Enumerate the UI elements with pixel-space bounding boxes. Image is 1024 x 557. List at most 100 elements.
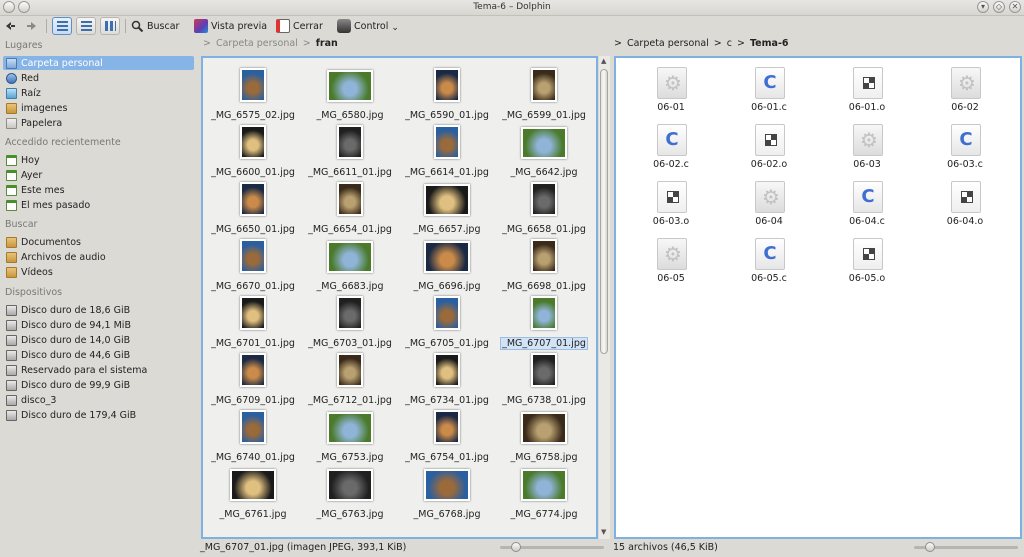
file-item[interactable]: _MG_6768.jpg	[398, 465, 496, 522]
file-item[interactable]: _MG_6754_01.jpg	[398, 408, 496, 465]
file-item[interactable]: 06-03.o	[622, 178, 720, 235]
file-item[interactable]: 06-04.o	[916, 178, 1014, 235]
details-view-button[interactable]	[76, 17, 96, 35]
file-item[interactable]: _MG_6611_01.jpg	[301, 123, 399, 180]
scroll-down-icon[interactable]: ▼	[601, 528, 606, 536]
file-item[interactable]: 06-02	[916, 64, 1014, 121]
sidebar-item[interactable]: Documentos	[3, 235, 194, 249]
panel-splitter[interactable]	[197, 38, 199, 538]
file-item[interactable]: 06-03	[818, 121, 916, 178]
file-item[interactable]: _MG_6575_02.jpg	[204, 66, 302, 123]
sidebar-item[interactable]: Vídeos	[3, 265, 194, 279]
zoom-slider-right-knob[interactable]	[924, 542, 935, 552]
file-item[interactable]: 06-05	[622, 235, 720, 292]
left-scrollbar[interactable]: ▲ ▼	[599, 56, 610, 539]
file-item[interactable]: 06-01.c	[720, 64, 818, 121]
file-item[interactable]: _MG_6657.jpg	[398, 180, 496, 237]
file-item[interactable]: _MG_6696.jpg	[398, 237, 496, 294]
zoom-slider-right[interactable]	[914, 542, 1018, 552]
file-item[interactable]: _MG_6774.jpg	[495, 465, 593, 522]
sidebar-item[interactable]: Disco duro de 14,0 GiB	[3, 333, 194, 347]
file-item[interactable]: 06-04.c	[818, 178, 916, 235]
sidebar-item[interactable]: Raíz	[3, 86, 194, 100]
file-item[interactable]: _MG_6761.jpg	[204, 465, 302, 522]
sidebar-item[interactable]: disco_3	[3, 393, 194, 407]
sidebar-item[interactable]: Disco duro de 94,1 MiB	[3, 318, 194, 332]
close-split-button[interactable]: Cerrar	[276, 17, 323, 35]
sidebar-item[interactable]: Disco duro de 99,9 GiB	[3, 378, 194, 392]
file-item[interactable]: _MG_6650_01.jpg	[204, 180, 302, 237]
sidebar-item[interactable]: El mes pasado	[3, 198, 194, 212]
sidebar-item[interactable]: Red	[3, 71, 194, 85]
right-file-view[interactable]: 06-01 06-01.c 06-01.o 06-02 06-02.c 06-02.o 06…	[614, 56, 1022, 539]
forward-button[interactable]	[26, 17, 38, 35]
file-item[interactable]: _MG_6763.jpg	[301, 465, 399, 522]
file-item[interactable]: _MG_6705_01.jpg	[398, 294, 496, 351]
file-item[interactable]: 06-03.c	[916, 121, 1014, 178]
file-item[interactable]: _MG_6600_01.jpg	[204, 123, 302, 180]
file-item[interactable]: _MG_6599_01.jpg	[495, 66, 593, 123]
file-item[interactable]: _MG_6703_01.jpg	[301, 294, 399, 351]
file-item[interactable]: 06-02.o	[720, 121, 818, 178]
file-item[interactable]: _MG_6590_01.jpg	[398, 66, 496, 123]
zoom-slider-left[interactable]	[500, 542, 604, 552]
back-button[interactable]	[4, 17, 16, 35]
scrollbar-thumb[interactable]	[600, 69, 608, 354]
sidebar-item[interactable]: Disco duro de 44,6 GiB	[3, 348, 194, 362]
file-item[interactable]: _MG_6738_01.jpg	[495, 351, 593, 408]
file-item[interactable]: _MG_6712_01.jpg	[301, 351, 399, 408]
file-item[interactable]: _MG_6753.jpg	[301, 408, 399, 465]
file-item[interactable]: _MG_6734_01.jpg	[398, 351, 496, 408]
file-item[interactable]: _MG_6642.jpg	[495, 123, 593, 180]
minimize-button[interactable]: ▾	[977, 1, 989, 13]
control-menu-button[interactable]: Control ⌄	[337, 17, 399, 35]
search-button[interactable]: Buscar	[131, 17, 179, 35]
file-item[interactable]: _MG_6614_01.jpg	[398, 123, 496, 180]
file-item[interactable]: 06-05.o	[818, 235, 916, 292]
file-item[interactable]: _MG_6698_01.jpg	[495, 237, 593, 294]
breadcrumb-item[interactable]: Carpeta personal	[627, 38, 709, 49]
file-item[interactable]: _MG_6709_01.jpg	[204, 351, 302, 408]
sidebar-item[interactable]: Reservado para el sistema	[3, 363, 194, 377]
sidebar-item[interactable]: Archivos de audio	[3, 250, 194, 264]
breadcrumb-item[interactable]: Tema-6	[750, 38, 789, 49]
file-item[interactable]: _MG_6670_01.jpg	[204, 237, 302, 294]
file-item[interactable]: _MG_6580.jpg	[301, 66, 399, 123]
zoom-slider-left-knob[interactable]	[510, 542, 521, 552]
file-item[interactable]: 06-01	[622, 64, 720, 121]
file-item[interactable]: _MG_6740_01.jpg	[204, 408, 302, 465]
file-name-text: _MG_6611_01.jpg	[308, 167, 392, 178]
file-item[interactable]: 06-01.o	[818, 64, 916, 121]
sidebar-item[interactable]: Disco duro de 18,6 GiB	[3, 303, 194, 317]
breadcrumb-item[interactable]: Carpeta personal	[216, 38, 298, 49]
scroll-up-icon[interactable]: ▲	[601, 57, 606, 65]
image-thumbnail	[337, 125, 363, 159]
file-item[interactable]: 06-05.c	[720, 235, 818, 292]
sidebar-item[interactable]: Disco duro de 179,4 GiB	[3, 408, 194, 422]
sidebar-item[interactable]: imagenes	[3, 101, 194, 115]
file-name-text: _MG_6650_01.jpg	[211, 224, 295, 235]
file-item[interactable]: _MG_6758.jpg	[495, 408, 593, 465]
left-file-view[interactable]: _MG_6575_02.jpg _MG_6580.jpg _MG_6590_01.j…	[201, 56, 598, 539]
breadcrumb-item[interactable]: fran	[316, 38, 338, 49]
file-item[interactable]: _MG_6701_01.jpg	[204, 294, 302, 351]
preview-button[interactable]: Vista previa	[194, 17, 267, 35]
sidebar-item[interactable]: Este mes	[3, 183, 194, 197]
image-thumbnail	[240, 182, 266, 216]
sidebar-item[interactable]: Carpeta personal	[3, 56, 194, 70]
file-item[interactable]: 06-02.c	[622, 121, 720, 178]
icons-view-button[interactable]	[52, 17, 72, 35]
file-item[interactable]: 06-04	[720, 178, 818, 235]
columns-view-button[interactable]	[100, 17, 120, 35]
file-item[interactable]: _MG_6683.jpg	[301, 237, 399, 294]
file-item[interactable]: _MG_6658_01.jpg	[495, 180, 593, 237]
file-item[interactable]: _MG_6707_01.jpg	[495, 294, 593, 351]
sidebar-item[interactable]: Ayer	[3, 168, 194, 182]
sidebar-item[interactable]: Papelera	[3, 116, 194, 130]
file-item[interactable]: _MG_6654_01.jpg	[301, 180, 399, 237]
breadcrumb-item[interactable]: c	[727, 38, 732, 49]
close-window-button[interactable]: ✕	[1009, 1, 1021, 13]
sidebar-item[interactable]: Hoy	[3, 153, 194, 167]
file-name: _MG_6712_01.jpg	[301, 395, 399, 406]
maximize-button[interactable]: ◇	[993, 1, 1005, 13]
